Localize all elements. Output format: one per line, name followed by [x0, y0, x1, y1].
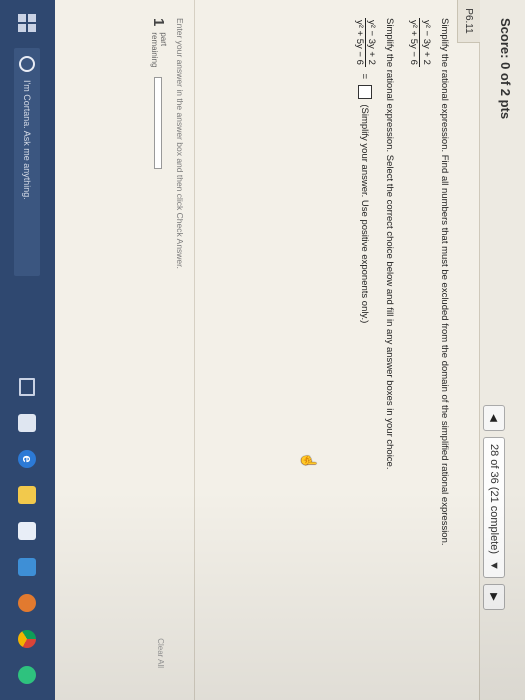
arrow-right-icon: ▶	[488, 593, 500, 601]
question-content: Simplify the rational expression. Find a…	[347, 18, 450, 678]
previous-question-button[interactable]: ◀	[483, 405, 505, 431]
cortana-search-box[interactable]: I'm Cortana. Ask me anything.	[14, 48, 41, 276]
question-id: P6.11	[457, 0, 480, 43]
rotated-screen: Score: 0 of 2 pts ◀ 28 of 36 (21 complet…	[0, 0, 525, 700]
progress-label: 28 of 36 (21 complete)	[488, 444, 500, 555]
parts-remaining-label-part: part	[159, 32, 168, 47]
photos-icon[interactable]	[18, 558, 37, 576]
instruction-text: Enter your answer in the answer box and …	[175, 18, 185, 269]
question-selector[interactable]: 28 of 36 (21 complete) ▼	[483, 437, 505, 578]
parts-progress-bar	[154, 77, 163, 170]
parts-remaining-label-remaining: remaining	[150, 32, 160, 68]
taskbar-pinned-apps: e	[18, 378, 37, 684]
expression-numerator: y² − 3y + 2	[419, 18, 433, 67]
green-app-icon[interactable]	[18, 666, 37, 684]
question-toolbar: Score: 0 of 2 pts ◀ 28 of 36 (21 complet…	[479, 0, 525, 700]
part2-prompt: Simplify the rational expression. Select…	[384, 18, 396, 470]
browser-window: Score: 0 of 2 pts ◀ 28 of 36 (21 complet…	[55, 0, 525, 700]
parts-remaining-count: 1	[149, 18, 167, 27]
store-icon[interactable]	[18, 522, 37, 540]
answer-hint: (Simplify your answer. Use positive expo…	[359, 104, 371, 324]
section-divider	[194, 0, 195, 700]
file-explorer-icon[interactable]	[18, 486, 37, 504]
expression-denominator-repeat: y² + 5y − 6	[353, 20, 365, 65]
mouse-pointer-icon: ☝	[301, 452, 317, 470]
arrow-left-icon: ◀	[488, 414, 500, 422]
windows-taskbar: I'm Cortana. Ask me anything. e	[0, 0, 55, 700]
cortana-placeholder: I'm Cortana. Ask me anything.	[22, 80, 33, 200]
clear-all-button[interactable]: Clear All	[156, 638, 165, 668]
edge-browser-icon[interactable]: e	[18, 450, 37, 468]
cortana-icon	[19, 56, 36, 72]
next-question-button[interactable]: ▶	[483, 583, 505, 610]
question-panel: P6.11 Simplify the rational expression. …	[55, 0, 480, 700]
rational-expression-repeat: y² − 3y + 2 y² + 5y − 6	[353, 18, 378, 67]
part1-prompt: Simplify the rational expression. Find a…	[439, 18, 450, 546]
answer-input-box[interactable]	[358, 84, 373, 99]
expression-denominator: y² + 5y − 6	[408, 20, 420, 65]
chrome-icon[interactable]	[18, 630, 37, 648]
rational-expression: y² − 3y + 2 y² + 5y − 6	[407, 18, 433, 67]
part2-section: Simplify the rational expression. Select…	[353, 18, 396, 678]
score-label: Score: 0 of 2 pts	[498, 18, 513, 120]
parts-remaining-label: part remaining	[149, 32, 168, 68]
question-navigation: ◀ 28 of 36 (21 complete) ▼ ▶	[483, 405, 505, 685]
part1-expression: y² − 3y + 2 y² + 5y − 6	[407, 18, 433, 678]
parts-remaining: 1 part remaining	[149, 18, 168, 170]
firefox-icon[interactable]	[18, 594, 37, 612]
expression-numerator-repeat: y² − 3y + 2	[364, 18, 378, 67]
chevron-down-icon: ▼	[488, 560, 500, 571]
part2-equation: y² − 3y + 2 y² + 5y − 6 = (Simplify your…	[353, 18, 378, 678]
task-view-icon[interactable]	[19, 378, 36, 396]
windows-start-icon[interactable]	[18, 14, 37, 32]
equals-sign: =	[359, 73, 371, 80]
answer-status-area: Enter your answer in the answer box and …	[115, 18, 185, 678]
calculator-icon[interactable]	[18, 414, 37, 432]
